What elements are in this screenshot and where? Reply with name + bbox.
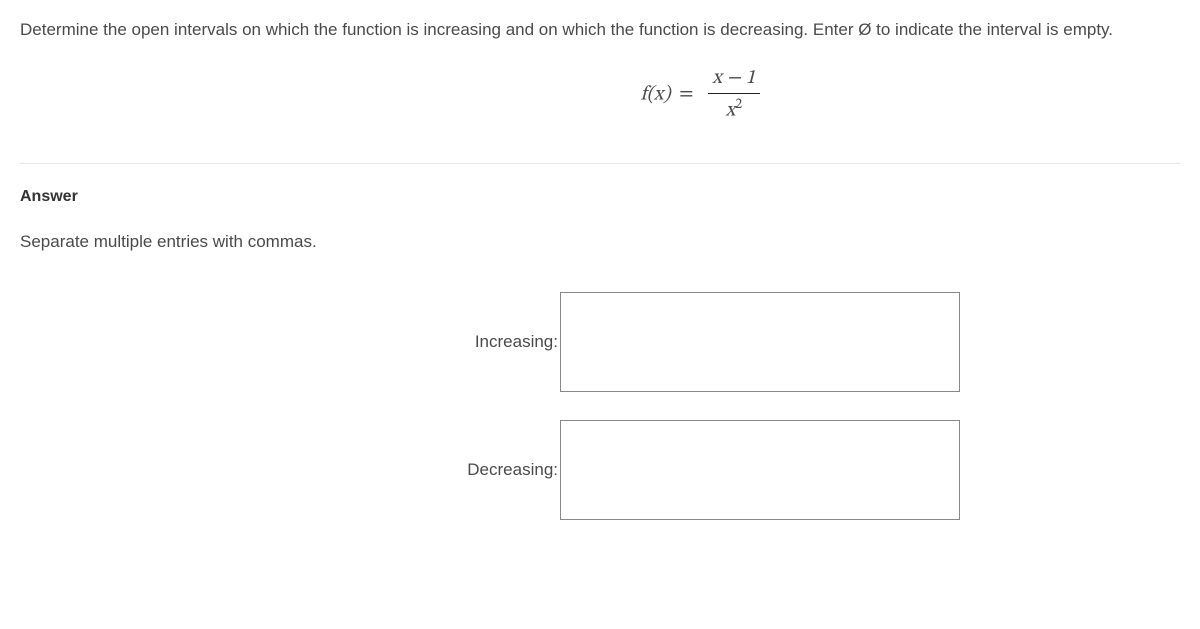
increasing-label: Increasing: bbox=[20, 332, 560, 352]
formula-denominator: x2 bbox=[708, 94, 759, 124]
answer-area: Increasing: Decreasing: bbox=[20, 292, 1180, 520]
formula-equals: = bbox=[679, 84, 693, 104]
formula-fraction: x − 1 x2 bbox=[708, 66, 759, 124]
formula-lhs: f(x) bbox=[640, 84, 670, 104]
decreasing-label: Decreasing: bbox=[20, 460, 560, 480]
section-divider bbox=[20, 163, 1180, 164]
formula-den-exp: 2 bbox=[735, 98, 742, 112]
decreasing-row: Decreasing: bbox=[20, 420, 1180, 520]
formula-numerator: x − 1 bbox=[708, 66, 759, 94]
increasing-row: Increasing: bbox=[20, 292, 1180, 392]
increasing-input[interactable] bbox=[560, 292, 960, 392]
answer-heading: Answer bbox=[20, 188, 1180, 206]
answer-instructions: Separate multiple entries with commas. bbox=[20, 232, 1180, 252]
question-prompt: Determine the open intervals on which th… bbox=[20, 18, 1180, 42]
formula-den-base: x bbox=[726, 100, 736, 120]
decreasing-input[interactable] bbox=[560, 420, 960, 520]
formula-display: f(x) = x − 1 x2 bbox=[20, 66, 1180, 124]
